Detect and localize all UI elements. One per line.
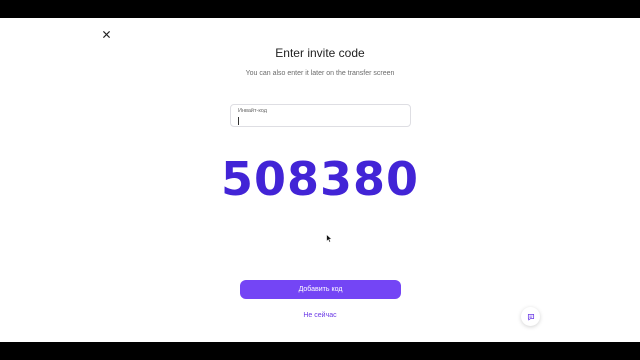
invite-code-input[interactable]	[237, 116, 403, 125]
dialog-title: Enter invite code	[275, 46, 365, 60]
close-icon	[102, 30, 110, 38]
text-caret	[238, 117, 239, 125]
mouse-pointer-icon	[326, 234, 332, 243]
invite-code-dialog: Enter invite code You can also enter it …	[0, 18, 640, 342]
add-code-button[interactable]: Добавить код	[240, 280, 401, 299]
invite-code-value: 508380	[220, 152, 420, 206]
close-button[interactable]	[98, 26, 114, 42]
chat-icon	[527, 313, 534, 320]
chat-button[interactable]	[521, 307, 540, 326]
not-now-link[interactable]: Не сейчас	[0, 312, 640, 319]
invite-code-field[interactable]: Инвайт-код	[230, 104, 411, 127]
invite-code-label: Инвайт-код	[238, 108, 267, 114]
dialog-subtitle: You can also enter it later on the trans…	[245, 70, 395, 77]
